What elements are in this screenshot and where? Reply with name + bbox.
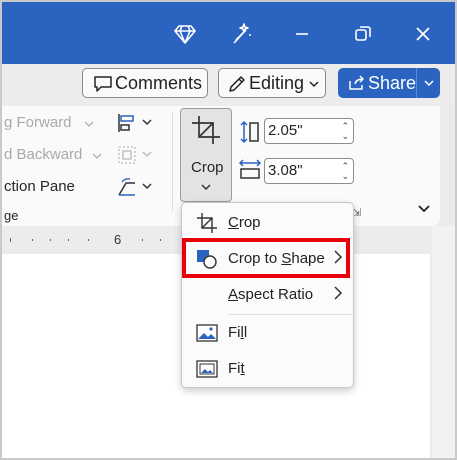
menu-label-accel: A — [228, 285, 239, 303]
shape-width-value: 3.08" — [268, 162, 303, 179]
comment-icon — [94, 76, 112, 92]
chevron-down-icon — [92, 153, 102, 160]
restore-icon[interactable] — [343, 14, 383, 54]
collapse-ribbon-icon[interactable] — [418, 204, 430, 214]
group-icon[interactable] — [116, 144, 138, 166]
send-backward-label[interactable]: d Backward — [4, 146, 82, 163]
menu-label-post: l — [243, 323, 248, 341]
menu-item-fit[interactable]: Fit — [182, 351, 353, 385]
crop-icon — [197, 213, 217, 233]
share-button[interactable]: Share — [338, 68, 440, 98]
spin-down-icon[interactable]: ⌄ — [341, 132, 349, 141]
share-icon — [349, 75, 364, 90]
close-icon[interactable] — [403, 14, 443, 54]
highlight-box — [182, 238, 350, 278]
chevron-down-icon — [142, 151, 152, 158]
crop-button-label: Crop — [191, 159, 224, 176]
shape-height-icon — [240, 120, 259, 144]
menu-label-pre: Fi — [228, 323, 241, 341]
share-dropdown-icon[interactable] — [424, 79, 434, 87]
comments-button[interactable]: Comments — [82, 68, 208, 98]
chevron-down-icon — [201, 184, 211, 191]
spin-up-icon[interactable]: ⌃ — [341, 122, 349, 131]
menu-label-post: rop — [238, 213, 261, 231]
rotate-icon[interactable] — [116, 176, 138, 198]
bring-forward-label[interactable]: g Forward — [4, 114, 72, 131]
align-icon[interactable] — [116, 112, 138, 134]
menu-item-fill[interactable]: Fill — [182, 315, 353, 349]
ruler-mark: 6 — [114, 232, 122, 247]
editing-label: Editing — [249, 72, 305, 93]
shape-width-input[interactable]: 3.08" ⌃ ⌄ — [264, 158, 354, 184]
diamond-icon[interactable] — [165, 14, 205, 54]
shape-height-input[interactable]: 2.05" ⌃ ⌄ — [264, 118, 354, 144]
share-divider — [416, 68, 417, 98]
vertical-scrollbar[interactable] — [432, 226, 455, 458]
chevron-right-icon — [334, 286, 343, 300]
pencil-icon — [229, 76, 245, 92]
share-label: Share — [368, 72, 417, 93]
ribbon-header: Comments Editing Share — [2, 64, 455, 106]
editing-mode-button[interactable]: Editing — [218, 68, 326, 98]
menu-item-aspect-ratio[interactable]: Aspect Ratio — [182, 277, 353, 311]
title-bar — [2, 2, 455, 64]
menu-label-accel: t — [240, 359, 245, 377]
shape-width-icon — [238, 159, 262, 179]
menu-item-crop[interactable]: Crop — [182, 205, 353, 239]
spin-down-icon[interactable]: ⌄ — [341, 172, 349, 181]
crop-button[interactable]: Crop — [180, 108, 232, 202]
chevron-down-icon — [84, 121, 94, 128]
fill-picture-icon — [196, 324, 218, 342]
menu-label-pre: Fi — [228, 359, 241, 377]
magic-wand-icon[interactable] — [222, 14, 262, 54]
chevron-down-icon — [142, 119, 152, 126]
comments-label: Comments — [115, 72, 203, 93]
fit-picture-icon — [196, 360, 218, 378]
chevron-down-icon — [142, 183, 152, 190]
group-divider — [172, 112, 173, 212]
crop-menu: Crop Crop to Shape Aspect Ratio Fill Fit — [181, 202, 354, 388]
chevron-down-icon — [309, 81, 319, 88]
selection-pane-label[interactable]: ction Pane — [4, 178, 75, 195]
menu-label-post: spect Ratio — [238, 285, 314, 303]
minimize-icon[interactable] — [282, 14, 322, 54]
crop-icon — [192, 116, 220, 144]
spin-up-icon[interactable]: ⌃ — [341, 162, 349, 171]
menu-label-accel: C — [228, 213, 239, 231]
shape-height-value: 2.05" — [268, 122, 303, 139]
arrange-group-label: ge — [4, 208, 19, 223]
